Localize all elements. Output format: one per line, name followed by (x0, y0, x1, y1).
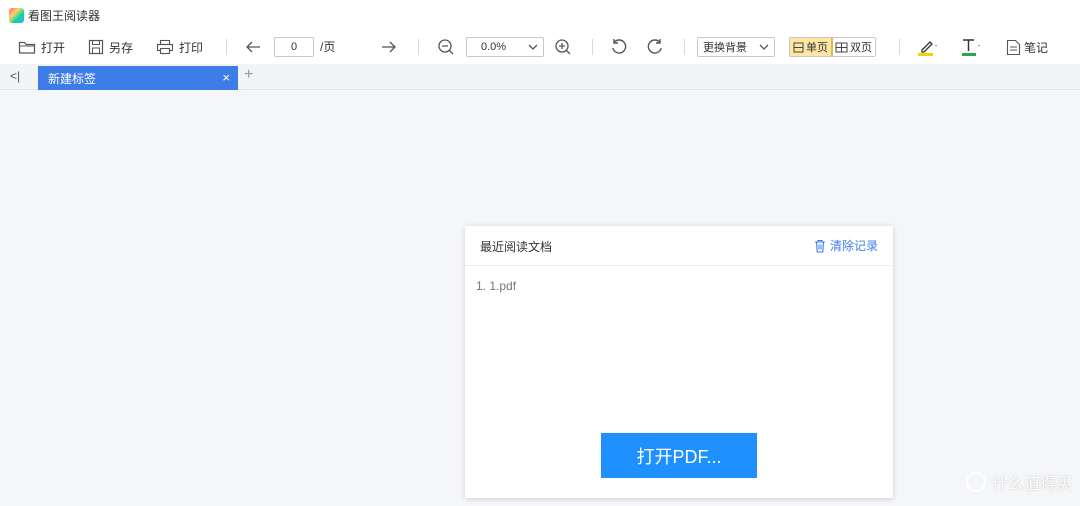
close-icon[interactable]: × (222, 70, 230, 85)
page-suffix: /页 (320, 40, 336, 54)
notes-button[interactable]: 笔记 (1006, 30, 1048, 64)
zoom-out-button[interactable] (437, 30, 455, 64)
title-bar: 看图王阅读器 (0, 0, 1080, 30)
zoom-in-button[interactable] (554, 30, 572, 64)
highlighter-icon (918, 41, 937, 56)
print-label: 打印 (179, 40, 204, 55)
rotate-left-button[interactable] (610, 30, 628, 64)
chevron-down-icon (759, 44, 769, 50)
notes-label: 笔记 (1024, 40, 1049, 55)
double-page-button[interactable]: 双页 (832, 38, 875, 56)
single-page-button[interactable]: 单页 (790, 38, 833, 56)
toolbar-divider (592, 39, 593, 55)
save-as-label: 另存 (109, 40, 134, 55)
toolbar-divider (418, 39, 419, 55)
note-icon (1006, 39, 1021, 55)
rotate-right-button[interactable] (646, 30, 664, 64)
zoom-in-icon (555, 39, 571, 55)
page-number-input[interactable]: 0 (274, 37, 314, 57)
tab-new[interactable]: 新建标签 × (38, 66, 238, 90)
zoom-select[interactable]: 0.0% (466, 37, 544, 57)
single-page-icon (793, 42, 804, 52)
background-select[interactable]: 更换背景 (697, 37, 775, 57)
printer-icon (156, 39, 174, 55)
save-as-button[interactable]: 另存 (88, 30, 133, 64)
toolbar-divider (899, 39, 900, 55)
app-title: 看图王阅读器 (28, 8, 101, 23)
text-tool-icon (962, 39, 980, 56)
clear-history-label: 清除记录 (829, 239, 878, 253)
watermark: 什么值得买 (965, 470, 1072, 494)
background-label: 更换背景 (703, 42, 747, 54)
toolbar-divider (684, 39, 685, 55)
single-page-label: 单页 (806, 42, 828, 54)
arrow-left-icon (246, 41, 260, 53)
print-button[interactable]: 打印 (156, 30, 203, 64)
recent-documents-title: 最近阅读文档 (480, 240, 553, 254)
app-logo-icon (9, 7, 24, 23)
watermark-logo-icon (965, 472, 986, 492)
sidebar-collapse-icon[interactable]: <| (10, 69, 20, 83)
add-tab-icon[interactable]: + (244, 66, 253, 84)
clear-history-button[interactable]: 清除记录 (814, 237, 878, 254)
tab-bar: <| 新建标签 × + (0, 64, 1080, 90)
page-view-toggle: 单页 双页 (789, 37, 876, 57)
open-pdf-button[interactable]: 打开PDF... (601, 433, 757, 478)
folder-icon (18, 41, 36, 54)
rotate-left-icon (612, 39, 627, 54)
recent-documents-panel: 最近阅读文档 清除记录 1. 1.pdf 打开PDF... (465, 226, 893, 498)
highlight-button[interactable] (917, 30, 939, 64)
watermark-text: 什么值得买 (991, 476, 1072, 493)
save-icon (88, 39, 104, 55)
next-page-button[interactable] (381, 30, 397, 64)
recent-documents-header: 最近阅读文档 清除记录 (465, 226, 893, 266)
zoom-value: 0.0% (481, 41, 507, 53)
recent-document-item[interactable]: 1. 1.pdf (476, 278, 882, 294)
text-color-button[interactable] (960, 30, 982, 64)
chevron-down-icon (528, 44, 538, 50)
recent-documents-list: 1. 1.pdf (465, 266, 893, 306)
prev-page-button[interactable] (245, 30, 261, 64)
arrow-right-icon (382, 41, 396, 53)
zoom-out-icon (438, 39, 454, 55)
double-page-icon (835, 42, 848, 52)
trash-icon (814, 239, 825, 253)
open-button[interactable]: 打开 (18, 30, 65, 64)
toolbar-divider (226, 39, 227, 55)
tab-label: 新建标签 (48, 71, 97, 86)
open-label: 打开 (41, 40, 66, 55)
toolbar: 打开 另存 打印 0 /页 0.0% 更换背景 单页 双页 笔记 (0, 30, 1080, 64)
double-page-label: 双页 (850, 42, 872, 54)
rotate-right-icon (647, 39, 662, 54)
